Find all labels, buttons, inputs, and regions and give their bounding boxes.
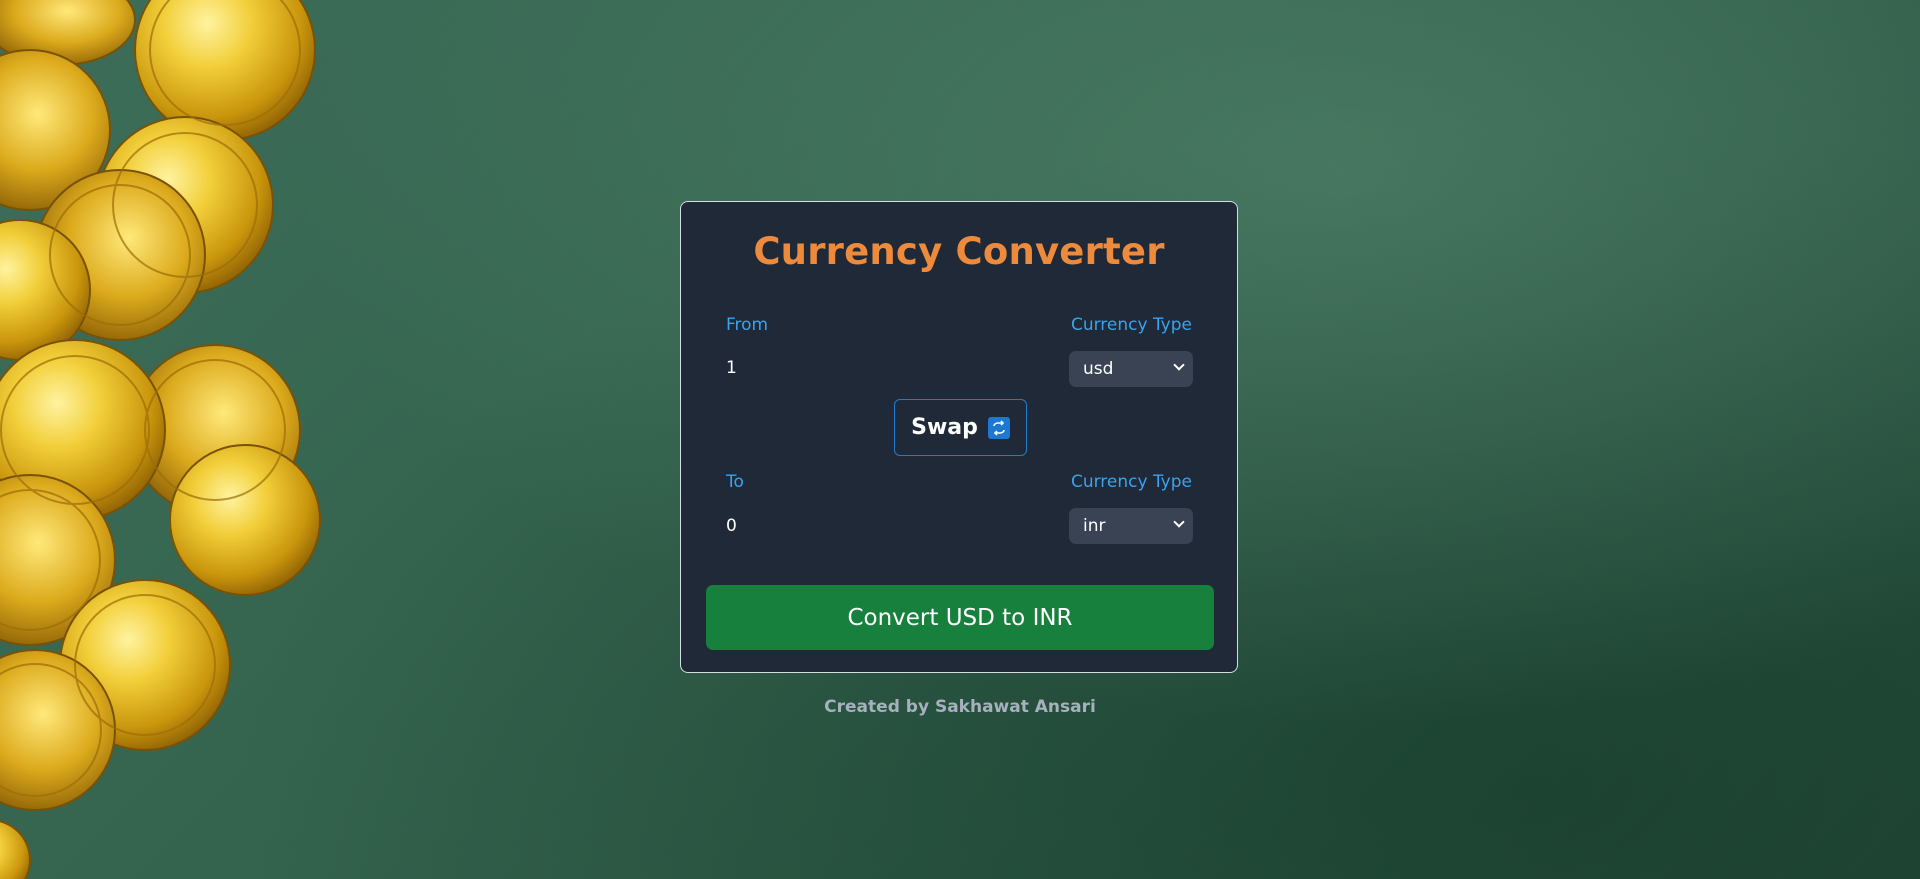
gold-coins-image [0,0,340,879]
swap-arrows-icon [987,416,1010,439]
to-currency-type-label: Currency Type [1070,472,1192,492]
swap-label: Swap [911,415,978,440]
chevron-down-icon [1173,359,1185,371]
to-label: To [726,472,744,492]
converter-card: Currency Converter From Currency Type 1 … [680,201,1238,673]
to-currency-select[interactable]: inr [1069,508,1193,544]
from-label: From [726,315,769,335]
from-currency-value: usd [1083,359,1114,379]
convert-button[interactable]: Convert USD to INR [706,585,1214,650]
swap-button[interactable]: Swap [894,399,1027,456]
footer-credit: Created by Sakhawat Ansari [824,697,1096,717]
from-amount-input[interactable]: 1 [726,358,737,378]
to-currency-value: inr [1083,516,1106,536]
from-currency-select[interactable]: usd [1069,351,1193,387]
page-title: Currency Converter [753,230,1165,273]
from-currency-type-label: Currency Type [1070,315,1192,335]
chevron-down-icon [1173,516,1185,528]
to-amount-input[interactable]: 0 [726,516,737,536]
